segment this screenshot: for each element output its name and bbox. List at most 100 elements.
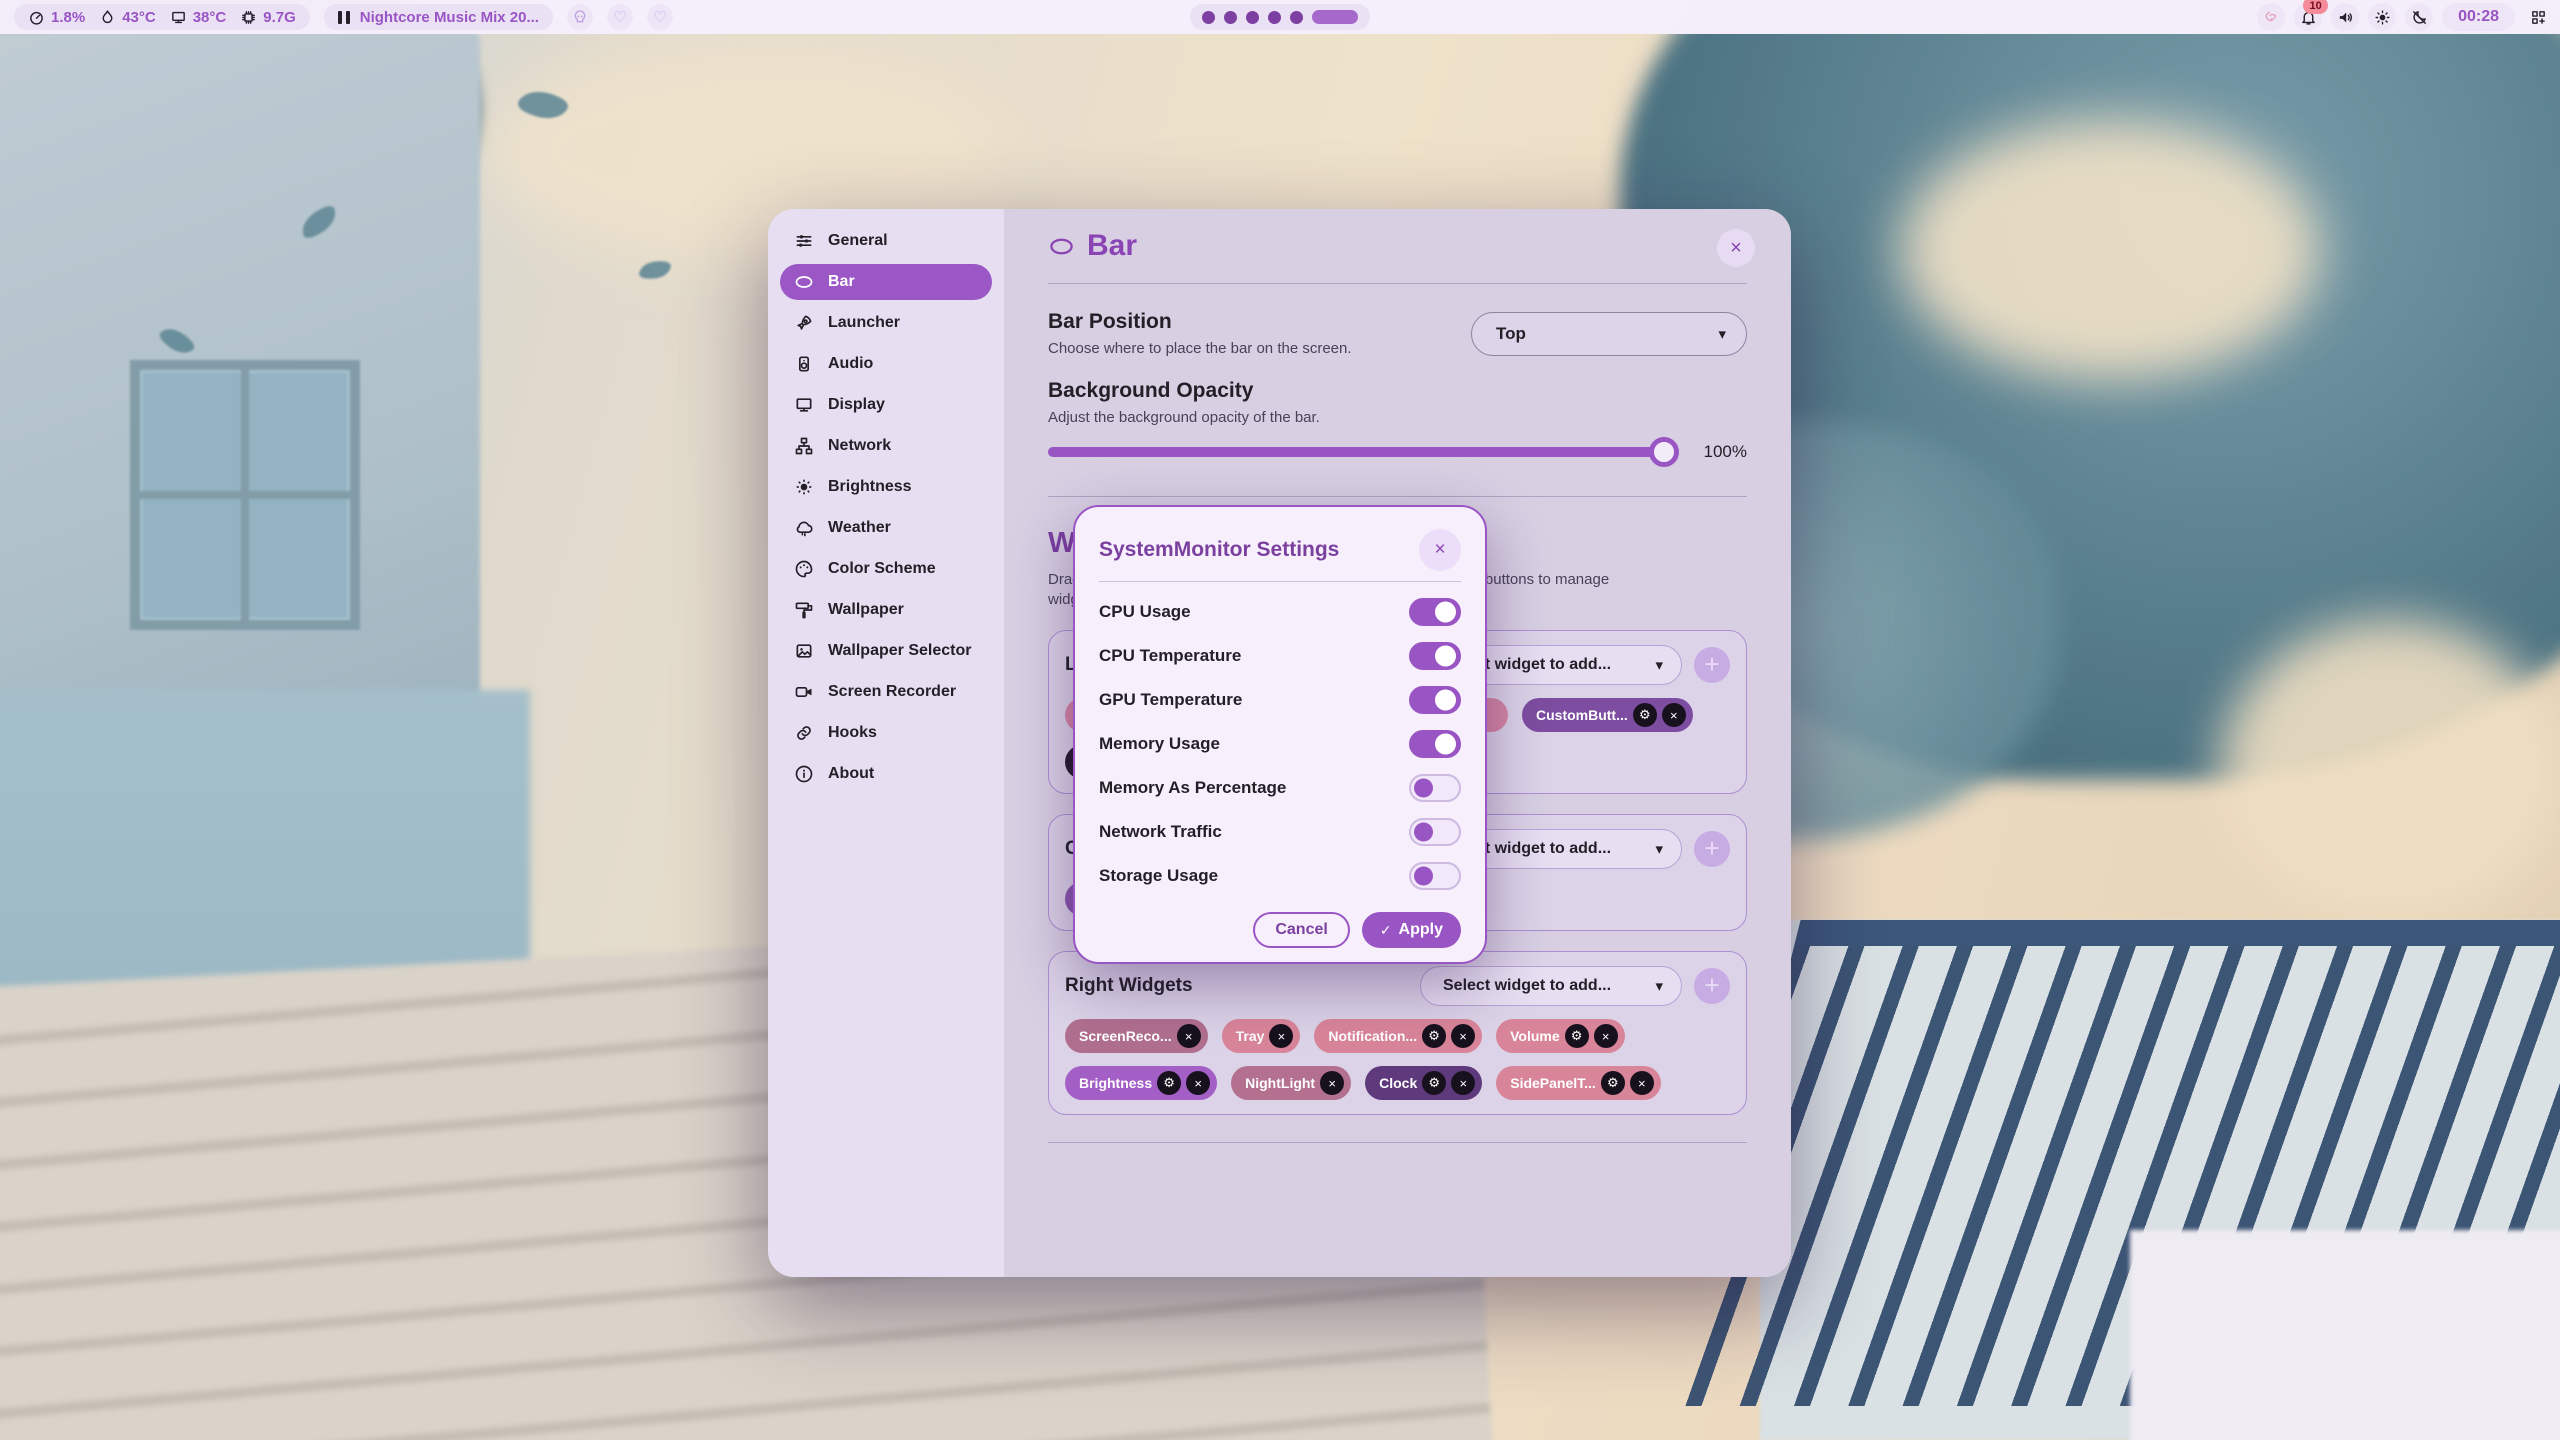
right-widgets-add-dropdown[interactable]: Select widget to add... ▾ [1420, 966, 1682, 1006]
chevron-down-icon: ▾ [1655, 656, 1663, 674]
brightness-button[interactable] [2368, 3, 2396, 31]
sidebar-item-general[interactable]: General [780, 223, 992, 259]
pause-icon[interactable] [338, 11, 350, 24]
sidebar-item-wallpaper-selector[interactable]: Wallpaper Selector [780, 633, 992, 669]
sidebar-item-wallpaper[interactable]: Wallpaper [780, 592, 992, 628]
media-title: Nightcore Music Mix 20... [360, 9, 539, 26]
tray-app-button[interactable] [2257, 3, 2285, 31]
wallpaper-leaf [516, 81, 571, 130]
media-player-pill[interactable]: Nightcore Music Mix 20... [324, 4, 553, 30]
chip-remove-button[interactable]: × [1269, 1024, 1293, 1048]
network-traffic-toggle[interactable] [1409, 818, 1461, 846]
volume-icon [2337, 9, 2354, 26]
night-light-button[interactable] [2405, 3, 2433, 31]
sidebar-item-hooks[interactable]: Hooks [780, 715, 992, 751]
apply-button[interactable]: ✓ Apply [1362, 912, 1461, 948]
background-opacity-label: Background Opacity [1048, 379, 1747, 403]
workspace-active-indicator[interactable] [1312, 10, 1358, 24]
widget-chip-sidepanel[interactable]: SidePanelT... ⚙ × [1496, 1066, 1661, 1100]
system-stats-pill[interactable]: 1.8% 43°C 38°C 9.7G [14, 4, 310, 30]
slider-knob[interactable] [1649, 437, 1679, 467]
bar-position-description: Choose where to place the bar on the scr… [1048, 340, 1352, 357]
sidebar-item-launcher[interactable]: Launcher [780, 305, 992, 341]
notifications-button[interactable]: 10 [2294, 3, 2322, 31]
skull-button[interactable] [567, 4, 593, 30]
chip-remove-button[interactable]: × [1451, 1024, 1475, 1048]
modal-close-button[interactable]: × [1419, 529, 1461, 571]
chip-settings-button[interactable]: ⚙ [1422, 1071, 1446, 1095]
widget-chip-custombutton[interactable]: CustomButt... ⚙ × [1522, 698, 1693, 732]
workspace-dot[interactable] [1224, 11, 1237, 24]
widget-chip-brightness[interactable]: Brightness ⚙ × [1065, 1066, 1217, 1100]
desktop: 1.8% 43°C 38°C 9.7G Nightcore Music Mix … [0, 0, 2560, 1440]
widget-chip-clock[interactable]: Clock ⚙ × [1365, 1066, 1482, 1100]
widget-chip-tray[interactable]: Tray × [1222, 1019, 1301, 1053]
sidebar-item-label: Bar [828, 273, 855, 291]
toggle-row-memory-usage: Memory Usage [1099, 722, 1461, 766]
dashboard-button[interactable] [2524, 3, 2552, 31]
right-widgets-label: Right Widgets [1065, 975, 1420, 997]
workspace-dot[interactable] [1202, 11, 1215, 24]
chip-remove-button[interactable]: × [1630, 1071, 1654, 1095]
gauge-icon [28, 9, 45, 26]
bar-position-dropdown[interactable]: Top ▾ [1471, 312, 1747, 356]
background-opacity-slider[interactable] [1048, 447, 1679, 457]
workspace-dot[interactable] [1290, 11, 1303, 24]
cancel-button[interactable]: Cancel [1253, 912, 1349, 948]
systemmonitor-settings-modal: SystemMonitor Settings × CPU Usage CPU T… [1073, 505, 1487, 964]
chip-settings-button[interactable]: ⚙ [1157, 1071, 1181, 1095]
rocket-icon [794, 313, 814, 333]
sidebar-item-color-scheme[interactable]: Color Scheme [780, 551, 992, 587]
sidebar-item-network[interactable]: Network [780, 428, 992, 464]
chip-remove-button[interactable]: × [1451, 1071, 1475, 1095]
memory-as-percentage-toggle[interactable] [1409, 774, 1461, 802]
chip-remove-button[interactable]: × [1186, 1071, 1210, 1095]
chip-settings-button[interactable]: ⚙ [1601, 1071, 1625, 1095]
sidebar-item-weather[interactable]: Weather [780, 510, 992, 546]
sidebar-item-label: Wallpaper [828, 601, 904, 619]
add-widget-button[interactable]: + [1694, 968, 1730, 1004]
wallpaper-window [130, 360, 360, 630]
heart-button[interactable]: ♡ [607, 4, 633, 30]
chip-settings-button[interactable]: ⚙ [1565, 1024, 1589, 1048]
storage-usage-toggle[interactable] [1409, 862, 1461, 890]
chip-remove-button[interactable]: × [1177, 1024, 1201, 1048]
sidebar-item-about[interactable]: About [780, 756, 992, 792]
heart-icon: ♡ [653, 8, 666, 26]
memory-usage-toggle[interactable] [1409, 730, 1461, 758]
widget-chip-screenrecorder[interactable]: ScreenReco... × [1065, 1019, 1208, 1053]
heart-button[interactable]: ♡ [647, 4, 673, 30]
sidebar-item-screen-recorder[interactable]: Screen Recorder [780, 674, 992, 710]
chip-remove-button[interactable]: × [1662, 703, 1686, 727]
sidebar-item-audio[interactable]: Audio [780, 346, 992, 382]
gpu-temperature-toggle[interactable] [1409, 686, 1461, 714]
clock[interactable]: 00:28 [2442, 3, 2515, 31]
widget-chip-notifications[interactable]: Notification... ⚙ × [1314, 1019, 1482, 1053]
cpu-temperature-toggle[interactable] [1409, 642, 1461, 670]
sidebar-item-display[interactable]: Display [780, 387, 992, 423]
night-light-icon [2411, 9, 2428, 26]
window-close-button[interactable]: × [1717, 229, 1755, 267]
chip-label: Notification... [1328, 1028, 1417, 1044]
workspace-switcher[interactable] [1190, 4, 1370, 30]
chip-settings-button[interactable]: ⚙ [1633, 703, 1657, 727]
cpu-usage-toggle[interactable] [1409, 598, 1461, 626]
widget-chip-volume[interactable]: Volume ⚙ × [1496, 1019, 1625, 1053]
sidebar-item-label: Brightness [828, 478, 912, 496]
workspace-dot[interactable] [1268, 11, 1281, 24]
chip-label: CustomButt... [1536, 707, 1628, 723]
volume-button[interactable] [2331, 3, 2359, 31]
chevron-down-icon: ▾ [1655, 977, 1663, 995]
toggle-row-memory-as-percentage: Memory As Percentage [1099, 766, 1461, 810]
add-widget-button[interactable]: + [1694, 647, 1730, 683]
sidebar-item-label: Hooks [828, 724, 877, 742]
workspace-dot[interactable] [1246, 11, 1259, 24]
chip-remove-button[interactable]: × [1594, 1024, 1618, 1048]
widget-chip-nightlight[interactable]: NightLight × [1231, 1066, 1351, 1100]
sidebar-item-brightness[interactable]: Brightness [780, 469, 992, 505]
sidebar-item-label: General [828, 232, 888, 250]
chip-remove-button[interactable]: × [1320, 1071, 1344, 1095]
add-widget-button[interactable]: + [1694, 831, 1730, 867]
chip-settings-button[interactable]: ⚙ [1422, 1024, 1446, 1048]
sidebar-item-bar[interactable]: Bar [780, 264, 992, 300]
